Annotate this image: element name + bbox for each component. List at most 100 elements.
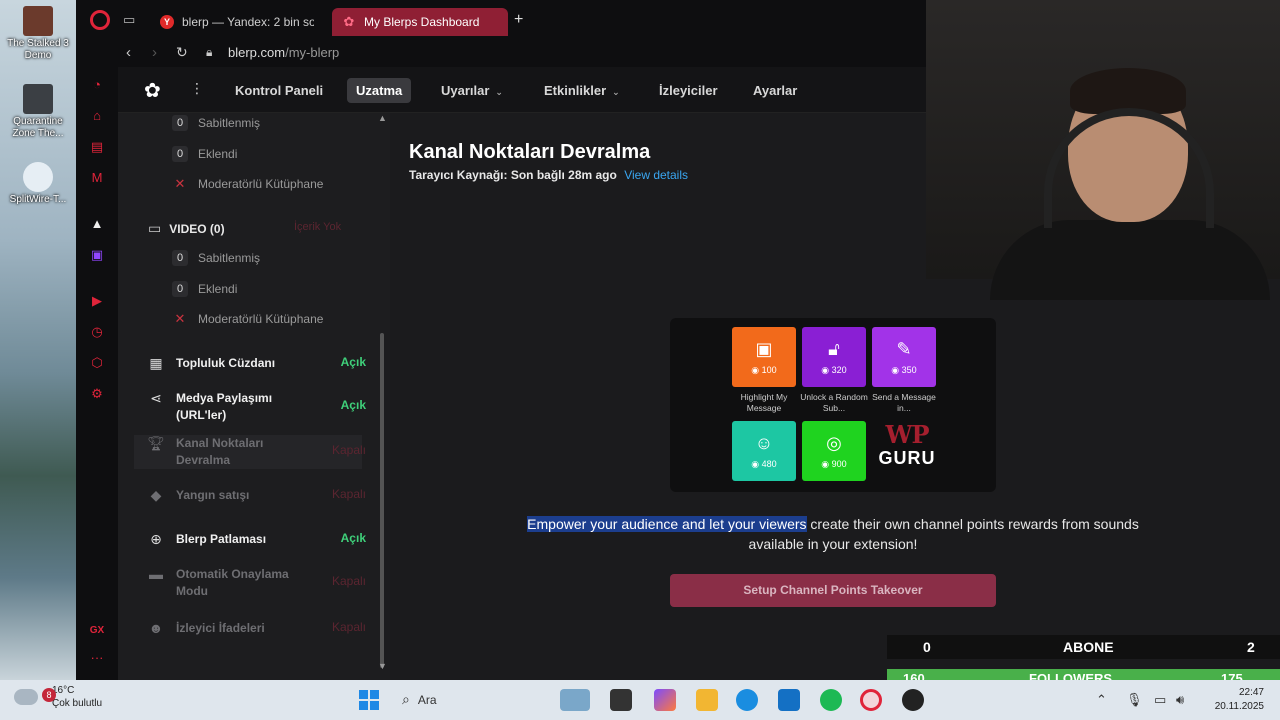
- windows-start-icon[interactable]: [358, 689, 380, 711]
- new-tab-button[interactable]: +: [514, 11, 523, 29]
- video-pinned-row[interactable]: 0 Sabitlenmiş: [172, 250, 260, 266]
- spotify-icon[interactable]: [820, 689, 842, 711]
- reward-tile-smile: ☺ ◉ 480: [732, 421, 796, 481]
- audio-added-row[interactable]: 0 Eklendi: [172, 146, 237, 162]
- tab-switcher-icon[interactable]: ▭: [123, 12, 135, 28]
- sidebar-item-label: İzleyici İfadeleri: [176, 621, 265, 635]
- sidebar-scrollbar[interactable]: [380, 333, 384, 668]
- gx-icon[interactable]: GX: [89, 623, 105, 639]
- tab-label: blerp — Yandex: 2 bin sonuç: [182, 15, 314, 29]
- sidebar-item-fire-sale[interactable]: ◆ Yangın satışı Kapalı: [146, 487, 366, 504]
- system-clock[interactable]: 22:47 20.11.2025: [1204, 686, 1264, 714]
- settings-icon[interactable]: ⚙: [89, 386, 105, 402]
- chevron-down-icon: ⌄: [612, 87, 620, 97]
- play-icon[interactable]: ▶: [89, 293, 105, 309]
- app-taskbar-icon[interactable]: [902, 689, 924, 711]
- channel-points-preview: ▣ ◉ 100 Highlight My Message 🔓︎ ◉ 320 Un…: [670, 318, 996, 492]
- store-icon[interactable]: [778, 689, 800, 711]
- blerp-sidebar-icon[interactable]: ▲: [89, 216, 105, 232]
- audio-pinned-row[interactable]: 0 Sabitlenmiş: [172, 115, 260, 131]
- sidebar-item-viewer-emotes[interactable]: ☻ İzleyici İfadeleri Kapalı: [146, 620, 366, 637]
- crypto-wallet-icon[interactable]: ⌂: [89, 108, 105, 124]
- reward-caption: Highlight My Message: [740, 392, 788, 413]
- video-section-header[interactable]: ▭ VIDEO (0): [148, 220, 225, 237]
- sidebar-item-community-wallet[interactable]: ▦ Topluluk Cüzdanı Açık: [146, 355, 366, 372]
- nav-uyarilar[interactable]: Uyarılar ⌄: [432, 78, 512, 103]
- blerp-logo-icon[interactable]: ✿: [144, 80, 166, 102]
- network-icon[interactable]: ▭: [1154, 692, 1166, 708]
- microphone-icon[interactable]: 🎙︎: [1126, 692, 1143, 708]
- desktop-icon-splitwire[interactable]: SplitWire-T...: [2, 162, 74, 206]
- forward-icon[interactable]: ›: [152, 44, 157, 61]
- chevron-up-icon[interactable]: ⌃: [1096, 692, 1107, 708]
- nav-kontrol-paneli[interactable]: Kontrol Paneli: [226, 78, 332, 103]
- video-moderated-row[interactable]: ✕ Moderatörlü Kütüphane: [172, 311, 324, 327]
- sidebar-item-media-share[interactable]: ⋖ Medya Paylaşımı (URL'ler) Açık: [146, 390, 366, 424]
- row-label: Sabitlenmiş: [198, 251, 261, 265]
- player-icon[interactable]: ▤: [89, 139, 105, 155]
- edge-icon[interactable]: [736, 689, 758, 711]
- history-icon[interactable]: ◷: [89, 324, 105, 340]
- status-badge: Kapalı: [331, 574, 366, 588]
- sidebar-item-channel-points[interactable]: 🏆︎ Kanal Noktaları Devralma Kapalı: [146, 435, 366, 469]
- view-details-link[interactable]: View details: [624, 168, 688, 182]
- sidebar-item-label: Kanal Noktaları Devralma: [176, 436, 264, 467]
- row-label: Moderatörlü Kütüphane: [198, 312, 324, 326]
- copilot-icon[interactable]: [654, 689, 676, 711]
- video-added-row[interactable]: 0 Eklendi: [172, 281, 237, 297]
- nav-ayarlar[interactable]: Ayarlar: [744, 78, 806, 103]
- url-field[interactable]: blerp.com/my-blerp: [228, 45, 339, 60]
- status-badge: Kapalı: [331, 487, 366, 501]
- weather-widget[interactable]: 8 16°C Çok bulutlu: [14, 684, 102, 710]
- lock-icon[interactable]: 🔒︎: [206, 45, 212, 60]
- sidebar-item-blerp-blast[interactable]: ⊕ Blerp Patlaması Açık: [146, 531, 366, 548]
- more-icon[interactable]: ···: [89, 650, 105, 666]
- reward-caption: Send a Message in...: [872, 392, 936, 413]
- goal-start: 0: [923, 639, 931, 655]
- opera-logo-icon[interactable]: [90, 10, 110, 30]
- description-text: create their own channel points rewards …: [748, 516, 1139, 552]
- widgets-icon[interactable]: [560, 689, 590, 711]
- goal-label: ABONE: [1063, 639, 1114, 655]
- desktop-icon-quarantine[interactable]: Quarantine Zone The...: [2, 84, 74, 140]
- aria-icon[interactable]: ◔: [89, 77, 105, 93]
- scroll-down-icon[interactable]: ▼: [378, 661, 387, 671]
- sidebar-item-auto-approve[interactable]: ▬ Otomatik Onaylama Modu Kapalı: [146, 566, 366, 600]
- sidebar-item-label: Topluluk Cüzdanı: [176, 356, 276, 370]
- extensions-icon[interactable]: ⬡: [89, 355, 105, 371]
- browser-source-status: Tarayıcı Kaynağı: Son bağlı 28m ago View…: [409, 168, 688, 182]
- desktop-icon-label: Quarantine Zone The...: [12, 116, 64, 139]
- scroll-up-icon[interactable]: ▲: [378, 113, 387, 123]
- url-path: /my-blerp: [285, 45, 340, 60]
- mail-icon[interactable]: M: [89, 170, 105, 186]
- task-view-icon[interactable]: [610, 689, 632, 711]
- app-header: ✿ ⋮ Kontrol Paneli Uzatma Uyarılar ⌄ Etki…: [118, 67, 926, 113]
- nav-etkinlikler[interactable]: Etkinlikler ⌄: [535, 78, 629, 103]
- opera-taskbar-icon[interactable]: [860, 689, 882, 711]
- desktop-icon-stalked[interactable]: The Stalked 3 Demo: [2, 6, 74, 62]
- close-icon: ✕: [174, 311, 186, 326]
- volume-icon[interactable]: 🔊︎: [1176, 692, 1184, 708]
- extension-sidebar: ▲ 0 Sabitlenmiş 0 Eklendi ✕ Moderatörlü …: [118, 113, 390, 680]
- back-icon[interactable]: ‹: [126, 44, 131, 61]
- twitch-icon[interactable]: ▣: [89, 247, 105, 263]
- file-explorer-icon[interactable]: [696, 689, 718, 711]
- video-title: VIDEO (0): [169, 221, 225, 236]
- tab-yandex[interactable]: Y blerp — Yandex: 2 bin sonuç: [150, 8, 324, 36]
- kebab-menu-icon[interactable]: ⋮: [190, 80, 204, 97]
- audio-moderated-row[interactable]: ✕ Moderatörlü Kütüphane: [172, 176, 324, 192]
- windows-taskbar: 8 16°C Çok bulutlu ⌕ Ara ⌃ 🎙︎ ▭ 🔊︎ 22:47…: [0, 680, 1280, 720]
- circle-icon: ◎: [826, 433, 842, 453]
- search-icon: ⌕: [402, 691, 410, 707]
- reward-tile-unlock: 🔓︎ ◉ 320: [802, 327, 866, 387]
- setup-channel-points-button[interactable]: Setup Channel Points Takeover: [670, 574, 996, 607]
- nav-uzatma[interactable]: Uzatma: [347, 78, 412, 103]
- taskbar-search[interactable]: ⌕ Ara: [402, 691, 437, 708]
- tab-blerp-dashboard[interactable]: ✿ My Blerps Dashboard: [332, 8, 508, 36]
- desktop-icon-label: The Stalked 3 Demo: [7, 38, 69, 61]
- game-icon: [23, 6, 53, 36]
- reward-tile-highlight: ▣ ◉ 100: [732, 327, 796, 387]
- reload-icon[interactable]: ↻: [176, 44, 188, 61]
- row-label: Moderatörlü Kütüphane: [198, 177, 324, 191]
- nav-izleyiciler[interactable]: İzleyiciler: [650, 78, 727, 103]
